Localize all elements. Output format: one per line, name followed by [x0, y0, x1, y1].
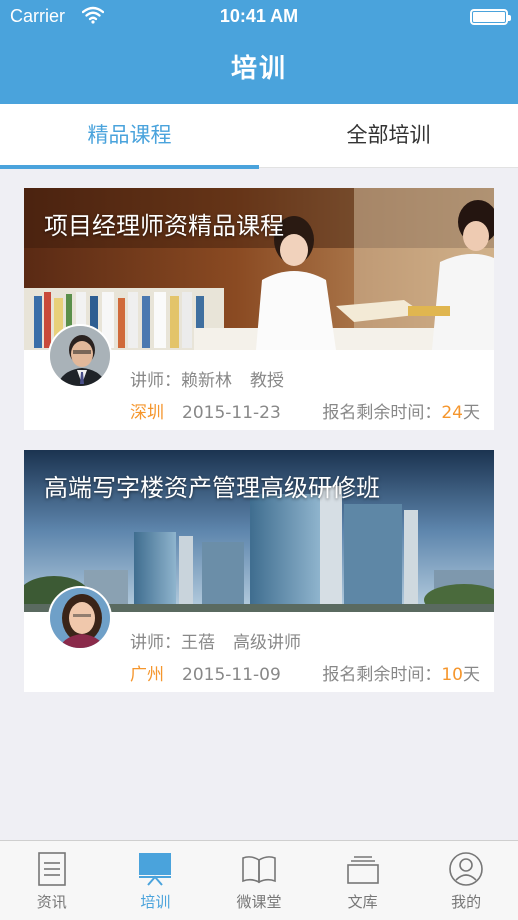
lecturer-avatar [48, 324, 112, 388]
bottom-tab-bar: 资讯 培训 微课堂 文库 我的 [0, 840, 518, 920]
tabbar-label: 文库 [347, 893, 378, 911]
lecturer-label: 讲师： [130, 371, 181, 391]
tabbar-item-library[interactable]: 文库 [311, 841, 415, 920]
user-profile-icon [449, 852, 483, 886]
lecturer-label: 讲师： [130, 633, 181, 653]
course-banner-image: 项目经理师资精品课程 [24, 188, 494, 350]
tabbar-item-micro-class[interactable]: 微课堂 [207, 841, 311, 920]
registration-remaining: 报名剩余时间：24天 [322, 398, 480, 423]
remaining-label: 报名剩余时间： [322, 665, 442, 685]
remaining-days: 24 [441, 403, 463, 423]
document-icon [37, 852, 66, 886]
lecturer-title: 教授 [250, 371, 284, 391]
tabbar-label: 微课堂 [236, 893, 282, 911]
open-book-icon [242, 856, 276, 884]
tab-all-training[interactable]: 全部培训 [259, 104, 518, 168]
tab-label: 精品课程 [87, 123, 172, 147]
course-tabs: 精品课程 全部培训 [0, 104, 518, 169]
registration-remaining: 报名剩余时间：10天 [322, 660, 480, 685]
presentation-board-icon [139, 853, 172, 886]
tabbar-item-mine[interactable]: 我的 [414, 841, 518, 920]
status-time: 10:41 AM [219, 6, 299, 26]
tabbar-item-news[interactable]: 资讯 [0, 841, 104, 920]
tab-label: 全部培训 [346, 123, 431, 147]
course-meta: 深圳 2015-11-23 报名剩余时间：24天 [130, 398, 480, 423]
course-banner-image: 高端写字楼资产管理高级研修班 [24, 450, 494, 612]
tab-featured-courses[interactable]: 精品课程 [0, 104, 259, 169]
battery-icon [470, 9, 511, 25]
lecturer-avatar [48, 586, 112, 650]
lecturer-title: 高级讲师 [233, 633, 301, 653]
tabbar-label: 我的 [451, 893, 482, 911]
app-header: Carrier 10:41 AM 培训 [0, 0, 518, 104]
course-title: 项目经理师资精品课程 [44, 212, 284, 240]
lecturer-name: 王蓓 [181, 633, 215, 653]
tabbar-label: 培训 [140, 893, 171, 911]
course-title: 高端写字楼资产管理高级研修班 [44, 474, 380, 502]
stacked-tray-icon [346, 856, 379, 884]
course-date: 2015-11-09 [182, 665, 281, 685]
active-tab-indicator [0, 165, 259, 169]
course-city: 深圳 [130, 403, 164, 423]
lecturer-name: 赖新林 [181, 371, 232, 391]
days-unit: 天 [463, 403, 480, 423]
remaining-label: 报名剩余时间： [322, 403, 442, 423]
page-title: 培训 [230, 54, 287, 84]
status-bar: Carrier 10:41 AM [0, 0, 518, 34]
lecturer-info: 讲师：王蓓 高级讲师 [130, 628, 301, 653]
days-unit: 天 [463, 665, 480, 685]
course-meta: 广州 2015-11-09 报名剩余时间：10天 [130, 660, 480, 685]
course-card[interactable]: 高端写字楼资产管理高级研修班 讲师：王蓓 高级讲师 广州 2015-11-09 报名… [24, 450, 494, 692]
course-city: 广州 [130, 665, 164, 685]
lecturer-info: 讲师：赖新林 教授 [130, 366, 284, 391]
remaining-days: 10 [441, 665, 463, 685]
tabbar-item-training[interactable]: 培训 [104, 841, 208, 920]
tabbar-label: 资讯 [36, 893, 67, 911]
course-card[interactable]: 项目经理师资精品课程 讲师：赖新林 教授 深圳 2015-11-23 报名剩余时间：… [24, 188, 494, 430]
course-date: 2015-11-23 [182, 403, 281, 423]
